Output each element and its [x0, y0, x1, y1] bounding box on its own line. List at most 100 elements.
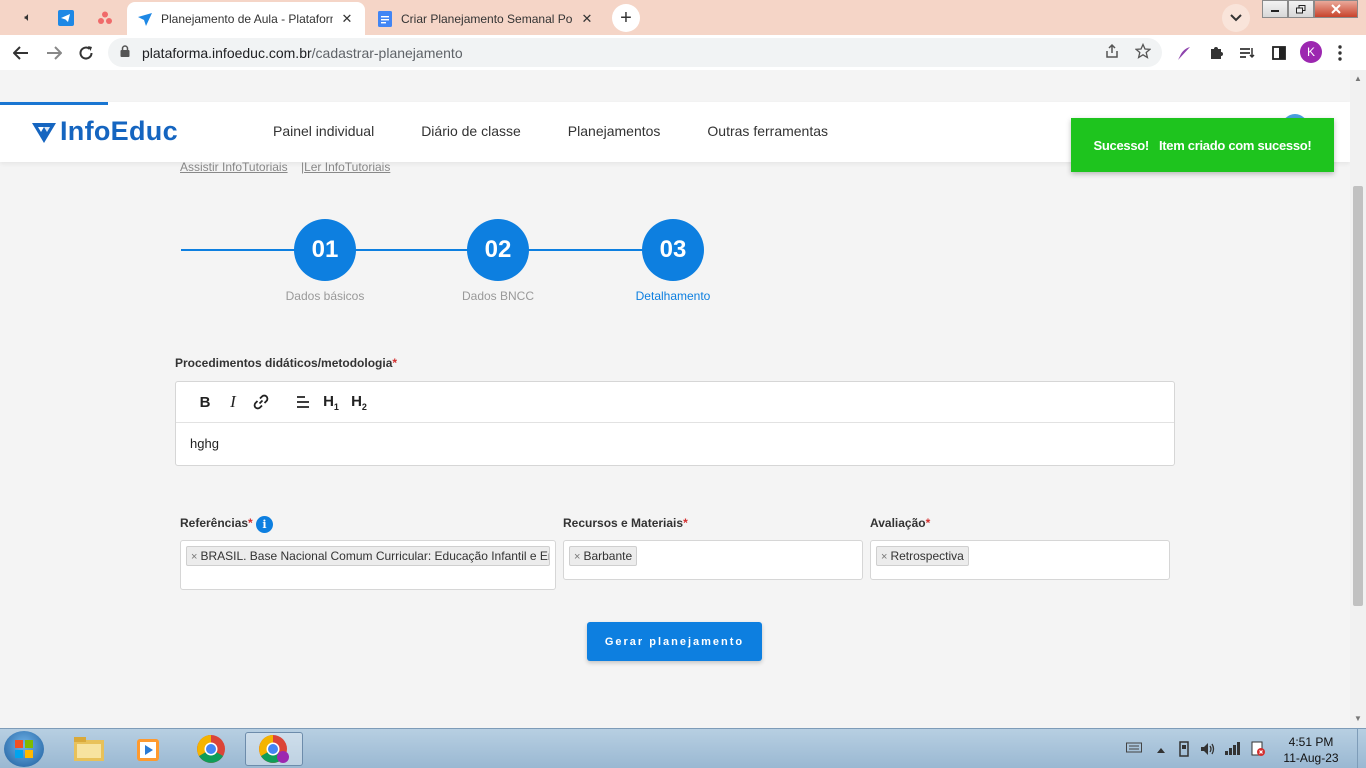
- step-3-label: Detalhamento: [635, 289, 711, 303]
- stepper-line: [355, 249, 468, 251]
- arrow-right-icon: [47, 46, 62, 60]
- tag-label: Barbante: [583, 549, 633, 563]
- tab-search-button[interactable]: [1222, 4, 1250, 32]
- network-signal-icon[interactable]: [1224, 741, 1242, 758]
- remove-tag-icon[interactable]: ×: [574, 551, 580, 563]
- profile-avatar[interactable]: K: [1300, 41, 1322, 63]
- close-window-button[interactable]: [1314, 0, 1358, 18]
- tag-chip: × Retrospectiva: [876, 546, 969, 566]
- close-icon: [1331, 4, 1341, 14]
- stepper-line: [528, 249, 643, 251]
- remove-tag-icon[interactable]: ×: [191, 551, 197, 563]
- scroll-up-icon[interactable]: ▲: [1354, 74, 1362, 83]
- puzzle-extensions-icon[interactable]: [1206, 43, 1226, 63]
- bookmark-star-icon[interactable]: [1134, 42, 1152, 63]
- step-2-circle[interactable]: 02: [467, 219, 529, 281]
- reading-list-icon[interactable]: [1237, 43, 1257, 63]
- nav-planejamentos[interactable]: Planejamentos: [568, 123, 661, 139]
- link-button[interactable]: [247, 390, 275, 414]
- recursos-select[interactable]: × Barbante: [563, 540, 863, 580]
- side-panel-icon[interactable]: [1269, 43, 1289, 63]
- procedimentos-label-text: Procedimentos didáticos/metodologia: [175, 356, 393, 370]
- keyboard-icon[interactable]: [1126, 741, 1142, 756]
- required-mark: *: [392, 356, 398, 370]
- avaliacao-select[interactable]: × Retrospectiva: [870, 540, 1170, 580]
- new-tab-button[interactable]: +: [612, 4, 640, 32]
- share-icon[interactable]: [1104, 43, 1120, 63]
- tray-expand-icon[interactable]: [1156, 743, 1166, 757]
- avaliacao-label-text: Avaliação: [870, 516, 926, 530]
- close-tab-icon[interactable]: ✕: [579, 11, 595, 27]
- volume-icon[interactable]: [1200, 741, 1216, 760]
- taskbar-file-explorer[interactable]: [60, 732, 118, 766]
- tutorial-links: Assistir InfoTutoriais |Ler InfoTutoriai…: [180, 160, 390, 174]
- clock-time: 4:51 PM: [1288, 735, 1334, 749]
- tab-planejamento-de-aula[interactable]: Planejamento de Aula - Plataforma ✕: [127, 2, 365, 35]
- system-clock[interactable]: 4:51 PM 11-Aug-23: [1276, 734, 1346, 766]
- browser-menu-icon[interactable]: [1330, 43, 1350, 63]
- procedimentos-editor: B I H1 H2 hghg: [175, 381, 1175, 466]
- scroll-thumb[interactable]: [1353, 186, 1363, 606]
- bold-button[interactable]: B: [191, 390, 219, 414]
- tab-criar-planejamento-semanal[interactable]: Criar Planejamento Semanal Por Tema ✕: [367, 2, 605, 35]
- step-3-circle[interactable]: 03: [642, 219, 704, 281]
- align-button[interactable]: [289, 390, 317, 414]
- action-center-alert-icon[interactable]: [1250, 741, 1266, 760]
- restore-button[interactable]: [1288, 0, 1314, 18]
- reload-button[interactable]: [73, 40, 99, 66]
- success-toast[interactable]: Sucesso! Item criado com sucesso!: [1071, 118, 1334, 172]
- pinned-tab-asana[interactable]: [87, 4, 123, 31]
- italic-button[interactable]: I: [219, 390, 247, 414]
- ler-infotutoriais-link[interactable]: Ler InfoTutoriais: [304, 160, 390, 174]
- heading-2-button[interactable]: H2: [345, 390, 373, 414]
- minimize-button[interactable]: [1262, 0, 1288, 18]
- media-player-icon: [137, 739, 159, 761]
- browser-tab-strip: 🔈︎ Planejamento de Aula - Plataforma ✕ C…: [0, 0, 1366, 35]
- tab-title: Criar Planejamento Semanal Por Tema: [401, 11, 573, 26]
- heading-2-icon: H2: [351, 392, 367, 412]
- heading-1-icon: H1: [323, 392, 339, 412]
- address-bar[interactable]: plataforma.infoeduc.com.br/cadastrar-pla…: [108, 38, 1162, 67]
- taskbar-chrome-profile[interactable]: [245, 732, 303, 766]
- taskbar-chrome[interactable]: [182, 732, 240, 766]
- page-content: Assistir InfoTutoriais |Ler InfoTutoriai…: [0, 70, 1350, 728]
- nav-diario-de-classe[interactable]: Diário de classe: [421, 123, 521, 139]
- nav-outras-ferramentas[interactable]: Outras ferramentas: [707, 123, 828, 139]
- nav-painel-individual[interactable]: Painel individual: [273, 123, 374, 139]
- procedimentos-textarea[interactable]: hghg: [176, 423, 1174, 464]
- pinned-tab-telegram[interactable]: [48, 4, 84, 31]
- start-button[interactable]: [4, 731, 44, 767]
- taskbar-media-player[interactable]: [120, 732, 178, 766]
- chrome-icon: [197, 735, 225, 763]
- link-icon: [253, 394, 269, 410]
- pinned-tab-audio[interactable]: 🔈︎: [10, 4, 46, 31]
- url-host: plataforma.infoeduc.com.br: [142, 44, 312, 61]
- info-icon[interactable]: i: [256, 516, 273, 533]
- page-scrollbar[interactable]: ▲ ▼: [1350, 70, 1366, 728]
- forward-button[interactable]: [41, 40, 67, 66]
- remove-tag-icon[interactable]: ×: [881, 551, 887, 563]
- assistir-infotutoriais-link[interactable]: Assistir InfoTutoriais: [180, 160, 288, 174]
- step-1-circle[interactable]: 01: [294, 219, 356, 281]
- windows-taskbar: 4:51 PM 11-Aug-23: [0, 728, 1366, 768]
- header-accent-bar: [0, 102, 108, 105]
- infoeduc-logo[interactable]: InfoEduc: [31, 116, 178, 147]
- required-mark: *: [925, 516, 931, 530]
- feather-extension-icon[interactable]: [1174, 43, 1194, 63]
- referencias-label-text: Referências: [180, 516, 249, 530]
- referencias-select[interactable]: × BRASIL. Base Nacional Comum Curricular:…: [180, 540, 556, 590]
- close-tab-icon[interactable]: ✕: [339, 11, 355, 27]
- heading-1-button[interactable]: H1: [317, 390, 345, 414]
- scroll-down-icon[interactable]: ▼: [1354, 714, 1362, 723]
- restore-icon: [1296, 4, 1306, 13]
- stepper-line: [181, 249, 295, 251]
- asana-icon: [98, 11, 112, 24]
- tag-chip: × Barbante: [569, 546, 638, 566]
- device-icon[interactable]: [1178, 741, 1190, 760]
- show-desktop-button[interactable]: [1357, 729, 1366, 768]
- gerar-planejamento-button[interactable]: Gerar planejamento: [587, 622, 762, 661]
- toast-title: Sucesso!: [1093, 137, 1150, 153]
- back-button[interactable]: [8, 40, 34, 66]
- toast-message: Item criado com sucesso!: [1158, 137, 1312, 153]
- recursos-label-text: Recursos e Materiais: [563, 516, 684, 530]
